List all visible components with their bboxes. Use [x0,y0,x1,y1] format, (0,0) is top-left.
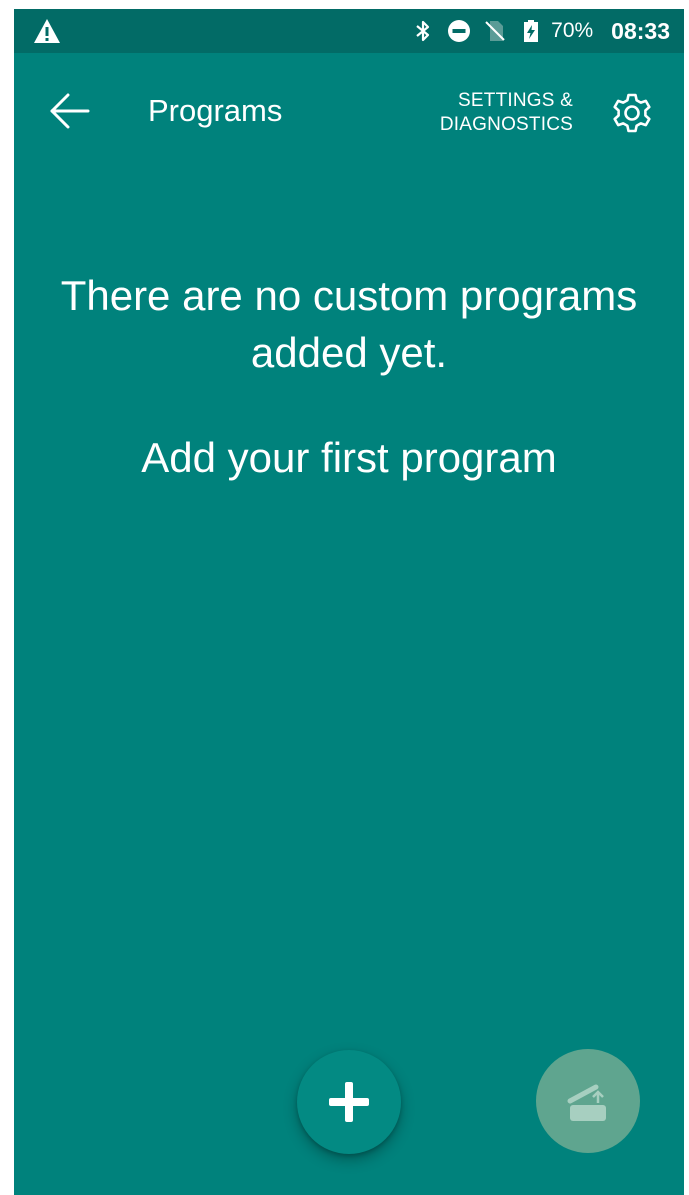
warning-icon [32,17,62,45]
settings-label-line1: SETTINGS & [458,90,573,111]
settings-label-line2: DIAGNOSTICS [439,114,573,135]
status-bar: 70% 08:33 [14,9,684,53]
no-sim-icon [483,19,507,43]
page-title: Programs [148,93,283,128]
clock: 08:33 [611,17,670,44]
app-bar: Programs SETTINGS & DIAGNOSTICS [14,53,684,173]
empty-state-line2: added yet. [250,329,448,376]
upload-program-icon [567,1084,606,1121]
empty-state-message: There are no custom programs added yet. [14,267,684,381]
status-icons: 70% 08:33 [411,9,670,53]
battery-charging-icon [519,19,543,43]
app-screen: 70% 08:33 Programs SETTINGS & DIAGNOSTIC… [14,9,684,1195]
upload-program-button[interactable] [536,1049,640,1153]
battery-percentage: 70% [551,19,594,42]
bluetooth-icon [411,19,435,43]
settings-diagnostics-button[interactable]: SETTINGS & DIAGNOSTICS [440,89,573,137]
back-button[interactable] [44,89,94,133]
empty-state-line1: There are no custom programs [60,272,638,319]
add-program-button[interactable] [297,1050,401,1154]
gear-icon [613,93,651,133]
do-not-disturb-icon [447,19,471,43]
gear-button[interactable] [610,91,654,135]
add-first-program-link[interactable]: Add your first program [14,429,684,486]
plus-icon [329,1082,369,1122]
arrow-back-icon [50,93,90,129]
